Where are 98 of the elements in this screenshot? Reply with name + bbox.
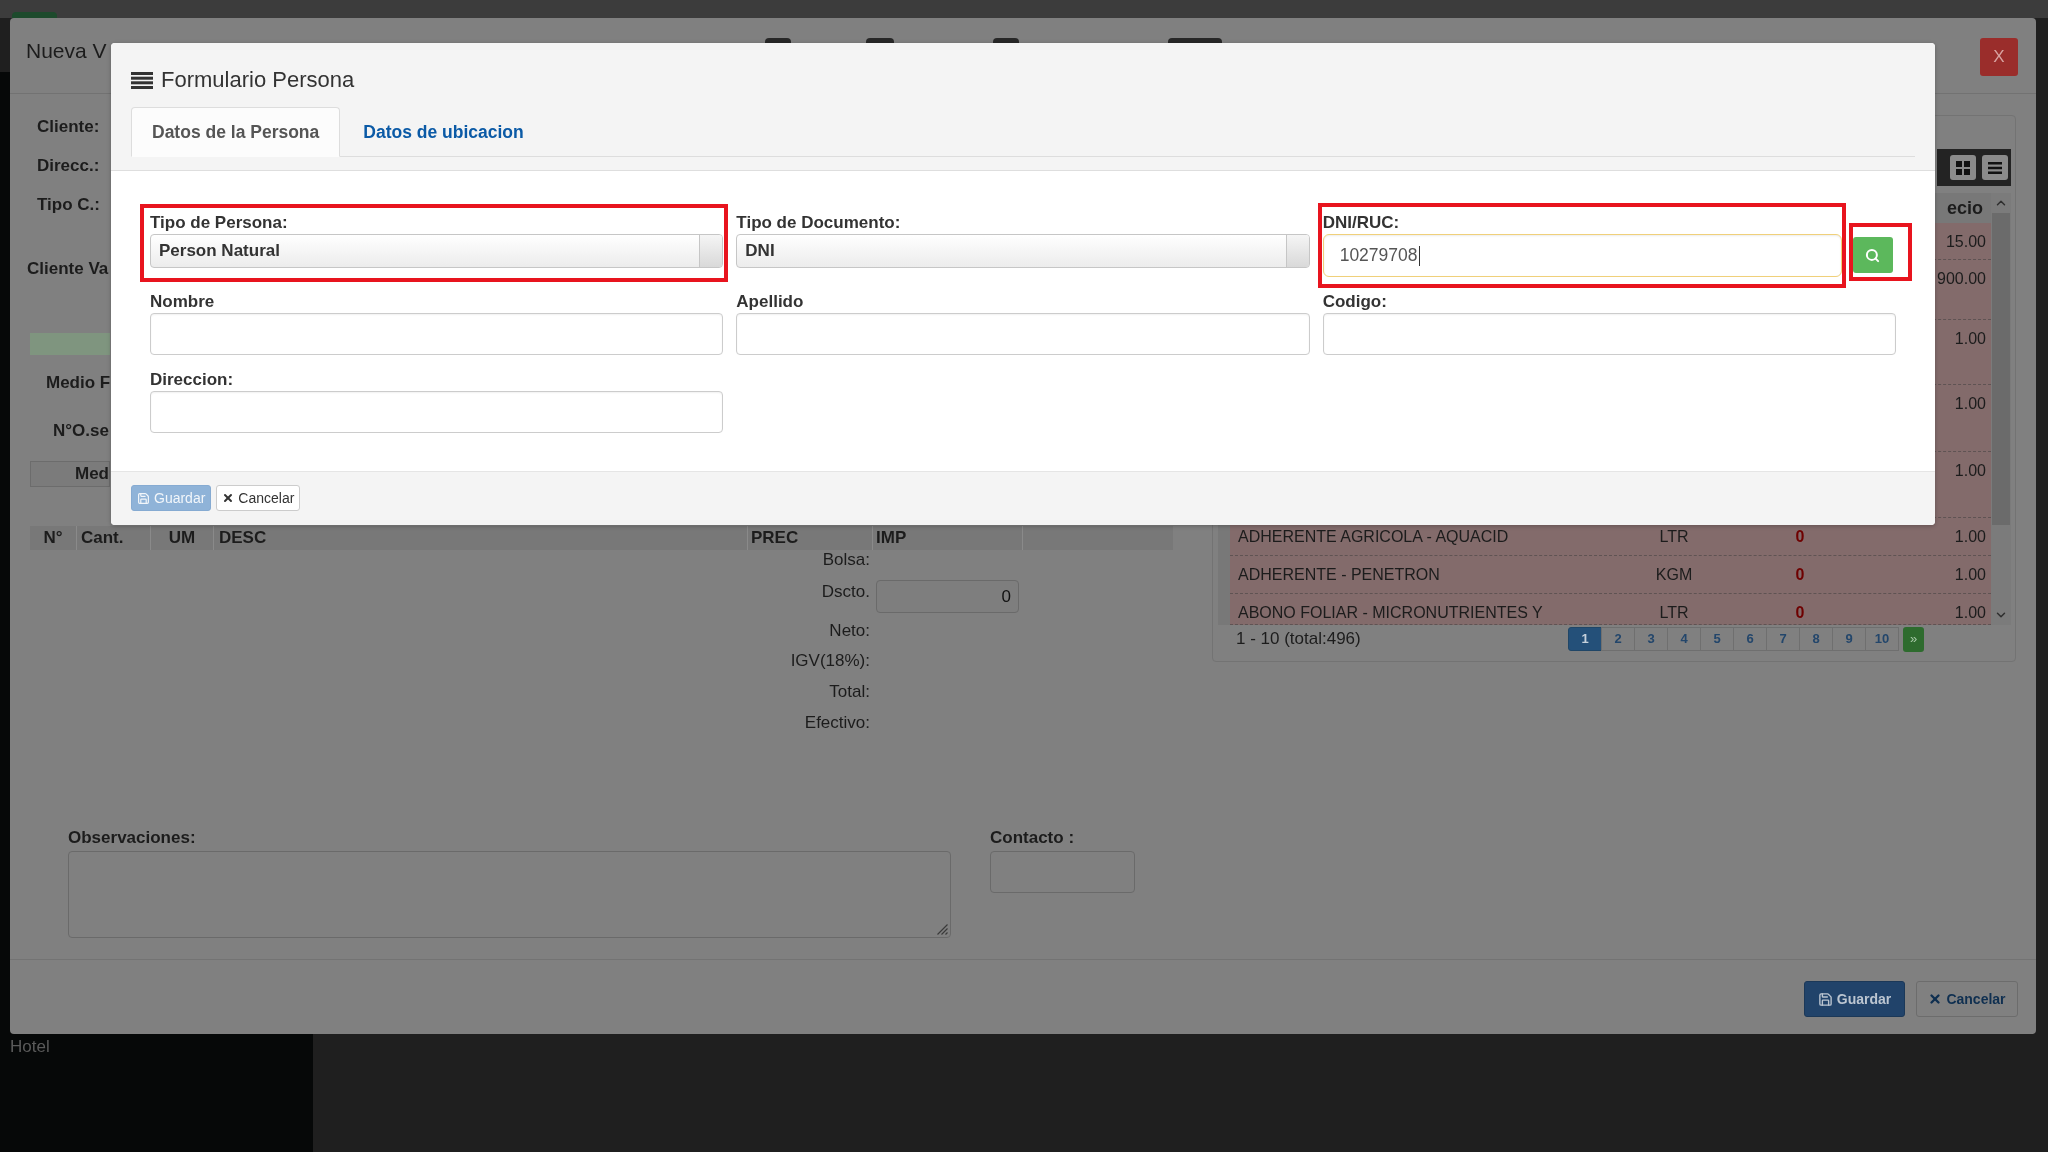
- field-label: Contacto :: [990, 827, 1075, 849]
- page-button[interactable]: 4: [1667, 627, 1701, 651]
- field-label: Tipo C.:: [37, 194, 100, 216]
- page-button[interactable]: 5: [1700, 627, 1734, 651]
- grid-view-button[interactable]: [1950, 155, 1976, 180]
- product-price: 1.00: [1954, 565, 1986, 585]
- product-name: ABONO FOLIAR - MICRONUTRIENTES Y: [1238, 603, 1543, 623]
- field-label: Codigo:: [1322, 292, 1387, 313]
- product-price: 1.00: [1954, 603, 1986, 623]
- field-label: Cliente:: [37, 116, 100, 138]
- grid-view-icon: [1956, 160, 1970, 175]
- column-header: UM: [168, 528, 196, 548]
- observations-field[interactable]: [68, 851, 951, 938]
- button-edge: [765, 38, 791, 43]
- field-label: Cliente Va: [27, 258, 109, 280]
- page-button[interactable]: 2: [1601, 627, 1635, 651]
- field-label: Medio F: [46, 372, 111, 394]
- text-input[interactable]: [150, 313, 724, 355]
- save-icon: [1817, 991, 1833, 1007]
- dropdown-select[interactable]: DNI: [736, 234, 1310, 268]
- dropdown-select[interactable]: Person Natural: [150, 234, 724, 268]
- button-edge: [993, 38, 1019, 43]
- field-label: Tipo de Persona:: [150, 213, 288, 234]
- button-edge: [1168, 38, 1222, 43]
- button-edge: [866, 38, 894, 43]
- pagination-summary: 1 - 10 (total:496): [1236, 629, 1361, 648]
- list-view-icon: [1988, 161, 2002, 174]
- product-price: 1.00: [1954, 527, 1986, 547]
- dialog-title: Nueva V: [26, 38, 107, 64]
- dialog-button[interactable]: Cancelar: [1916, 981, 2018, 1017]
- dialog-button[interactable]: Guardar: [1804, 981, 1905, 1017]
- search-button[interactable]: [1853, 237, 1893, 273]
- text-input[interactable]: [736, 313, 1310, 355]
- form-button[interactable]: Cancelar: [216, 485, 301, 511]
- stock-count: 0: [1795, 603, 1805, 623]
- column-header: PREC: [751, 528, 799, 548]
- column-header: Cant.: [81, 528, 124, 548]
- dropdown-handle-icon: [699, 235, 723, 267]
- tab[interactable]: Datos de la Persona: [131, 107, 341, 157]
- modal-title: Formulario Persona: [161, 67, 355, 93]
- product-price: 900.00: [1937, 269, 1986, 289]
- column-header: ecio: [1946, 197, 1983, 219]
- discount-field[interactable]: 0: [876, 580, 1019, 613]
- product-unit: KGM: [1655, 565, 1693, 585]
- product-row[interactable]: ABONO FOLIAR - MICRONUTRIENTES Y LTR 0 1.00: [1230, 594, 1991, 625]
- menu-icon: [131, 71, 153, 89]
- product-name: ADHERENTE AGRICOLA - AQUACID: [1238, 527, 1509, 547]
- stock-count: 0: [1795, 565, 1805, 585]
- product-price: 1.00: [1954, 329, 1986, 349]
- resize-handle-icon: [937, 924, 948, 935]
- stock-count: 0: [1795, 527, 1805, 547]
- close-icon: [1928, 992, 1943, 1006]
- product-row[interactable]: ADHERENTE - PENETRON KGM 0 1.00: [1230, 556, 1991, 594]
- total-label: Efectivo:: [804, 713, 870, 733]
- total-label: IGV(18%):: [790, 651, 870, 671]
- page-button[interactable]: 8: [1799, 627, 1833, 651]
- total-label: Bolsa:: [822, 550, 870, 570]
- page-button[interactable]: 6: [1733, 627, 1767, 651]
- field-label: Tipo de Documento:: [736, 213, 901, 234]
- page-button[interactable]: 7: [1766, 627, 1800, 651]
- column-header: DESC: [219, 528, 267, 548]
- product-unit: LTR: [1659, 603, 1689, 623]
- page-button[interactable]: 1: [1568, 627, 1602, 651]
- total-label: Neto:: [829, 621, 870, 641]
- close-icon: [222, 492, 235, 504]
- column-header: N°: [43, 528, 63, 548]
- text-input[interactable]: 10279708: [1322, 234, 1842, 277]
- product-price: 1.00: [1954, 394, 1986, 414]
- product-price: 1.00: [1954, 461, 1986, 481]
- field-label: Direccion:: [150, 370, 234, 391]
- page-button[interactable]: 9: [1832, 627, 1866, 651]
- dropdown-handle-icon: [1285, 235, 1309, 267]
- tab[interactable]: Datos de ubicacion: [342, 107, 545, 157]
- field-label: DNI/RUC:: [1322, 213, 1400, 234]
- save-icon: [137, 491, 150, 505]
- search-icon: [1865, 247, 1881, 263]
- text-cursor-icon: [1418, 245, 1420, 266]
- product-price: 15.00: [1945, 232, 1986, 252]
- text-input[interactable]: [150, 391, 724, 433]
- button-edge: [12, 12, 57, 18]
- sidebar-item[interactable]: Hotel: [10, 1037, 50, 1057]
- list-view-button[interactable]: [1982, 155, 2008, 180]
- product-name: ADHERENTE - PENETRON: [1238, 565, 1440, 585]
- page-button[interactable]: 3: [1634, 627, 1668, 651]
- page-button[interactable]: 10: [1865, 627, 1899, 651]
- column-header: IMP: [876, 528, 907, 548]
- total-label: Total:: [829, 682, 870, 702]
- total-label: Dscto.: [821, 581, 870, 603]
- field-label: Direcc.:: [37, 155, 100, 177]
- payment-tab[interactable]: Med: [30, 461, 110, 487]
- close-button[interactable]: X: [1980, 38, 2018, 76]
- text-input[interactable]: [1322, 313, 1896, 355]
- field-label: Apellido: [736, 292, 804, 313]
- product-unit: LTR: [1659, 527, 1689, 547]
- field-label: Nombre: [150, 292, 215, 313]
- field-label: Observaciones:: [68, 827, 196, 849]
- next-page-button[interactable]: »: [1903, 626, 1924, 652]
- field-label: N°O.se: [53, 420, 109, 442]
